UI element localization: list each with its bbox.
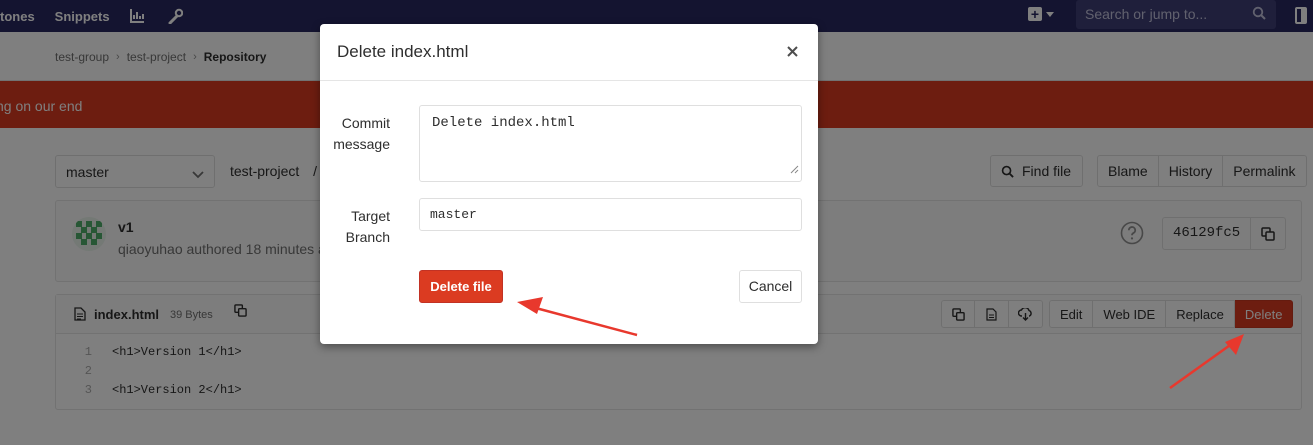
- resize-handle-icon[interactable]: [790, 163, 799, 179]
- commit-message-value: Delete index.html: [432, 115, 575, 131]
- modal-title: Delete index.html: [337, 42, 469, 61]
- delete-file-modal: Delete index.html Commit message Delete …: [320, 24, 818, 344]
- close-icon[interactable]: [786, 45, 799, 61]
- commit-message-label: Commit message: [333, 115, 390, 152]
- cancel-button[interactable]: Cancel: [739, 270, 802, 303]
- target-branch-value: master: [430, 207, 477, 222]
- modal-header: Delete index.html: [320, 24, 818, 81]
- delete-file-button[interactable]: Delete file: [419, 270, 503, 303]
- target-branch-input[interactable]: master: [419, 198, 802, 231]
- target-branch-label: Target Branch: [345, 208, 390, 245]
- commit-message-textarea[interactable]: Delete index.html: [419, 105, 802, 182]
